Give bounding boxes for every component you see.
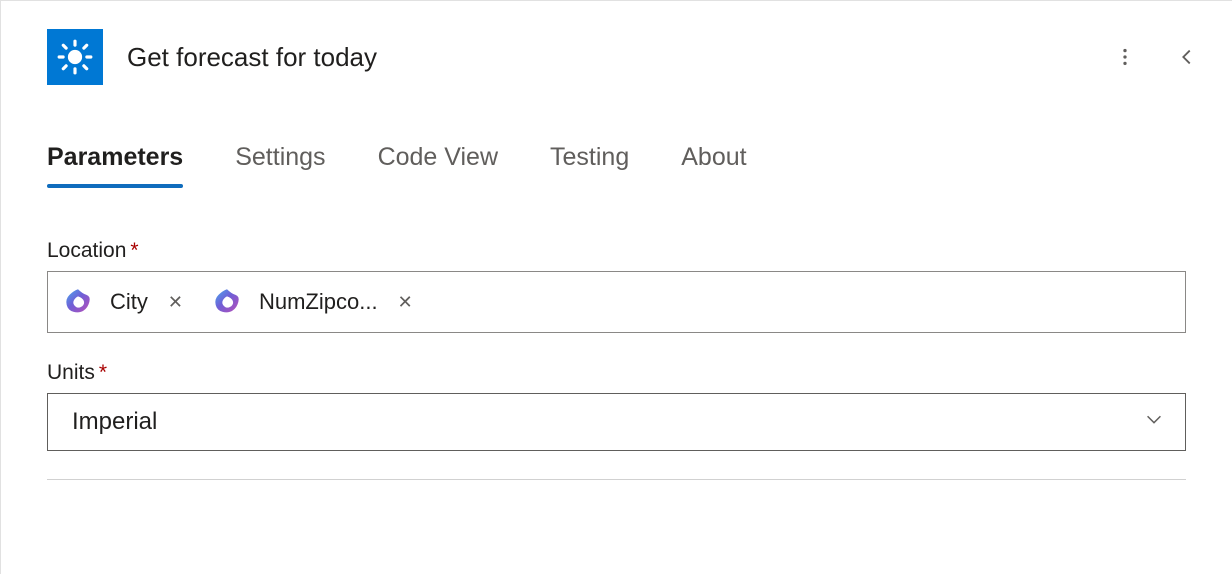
- required-asterisk: *: [130, 239, 138, 262]
- units-select[interactable]: Imperial: [47, 393, 1186, 451]
- action-config-panel: Get forecast for today Parameters Settin…: [0, 0, 1232, 574]
- more-vertical-icon: [1114, 46, 1136, 68]
- token-city-remove[interactable]: ✕: [162, 292, 189, 313]
- units-label-text: Units: [47, 361, 95, 384]
- location-input[interactable]: City ✕ NumZipco... ✕: [47, 271, 1186, 333]
- token-zip-remove[interactable]: ✕: [392, 292, 419, 313]
- field-location: Location*: [47, 239, 1186, 333]
- tab-parameters[interactable]: Parameters: [47, 143, 183, 186]
- collapse-button[interactable]: [1170, 40, 1204, 74]
- copilot-icon: [209, 284, 245, 320]
- copilot-icon: [60, 284, 96, 320]
- tab-content: Location*: [1, 187, 1232, 451]
- field-units: Units* Imperial: [47, 361, 1186, 451]
- tab-testing[interactable]: Testing: [550, 143, 629, 186]
- tabs: Parameters Settings Code View Testing Ab…: [1, 85, 1232, 187]
- chevron-left-icon: [1176, 46, 1198, 68]
- header-actions: [1108, 40, 1204, 74]
- action-title: Get forecast for today: [127, 42, 1084, 73]
- field-units-label: Units*: [47, 361, 1186, 385]
- token-zip-label: NumZipco...: [259, 289, 378, 315]
- tab-settings[interactable]: Settings: [235, 143, 325, 186]
- panel-header: Get forecast for today: [1, 1, 1232, 85]
- token-city: City ✕: [56, 280, 193, 324]
- tab-code-view[interactable]: Code View: [378, 143, 498, 186]
- token-zip: NumZipco... ✕: [205, 280, 423, 324]
- location-label-text: Location: [47, 239, 126, 262]
- chevron-down-icon: [1143, 408, 1165, 437]
- field-location-label: Location*: [47, 239, 1186, 263]
- more-options-button[interactable]: [1108, 40, 1142, 74]
- connector-sun-icon: [47, 29, 103, 85]
- units-selected-value: Imperial: [72, 408, 157, 436]
- token-city-label: City: [110, 289, 148, 315]
- tab-about[interactable]: About: [681, 143, 746, 186]
- section-divider: [47, 479, 1186, 480]
- required-asterisk: *: [99, 361, 107, 384]
